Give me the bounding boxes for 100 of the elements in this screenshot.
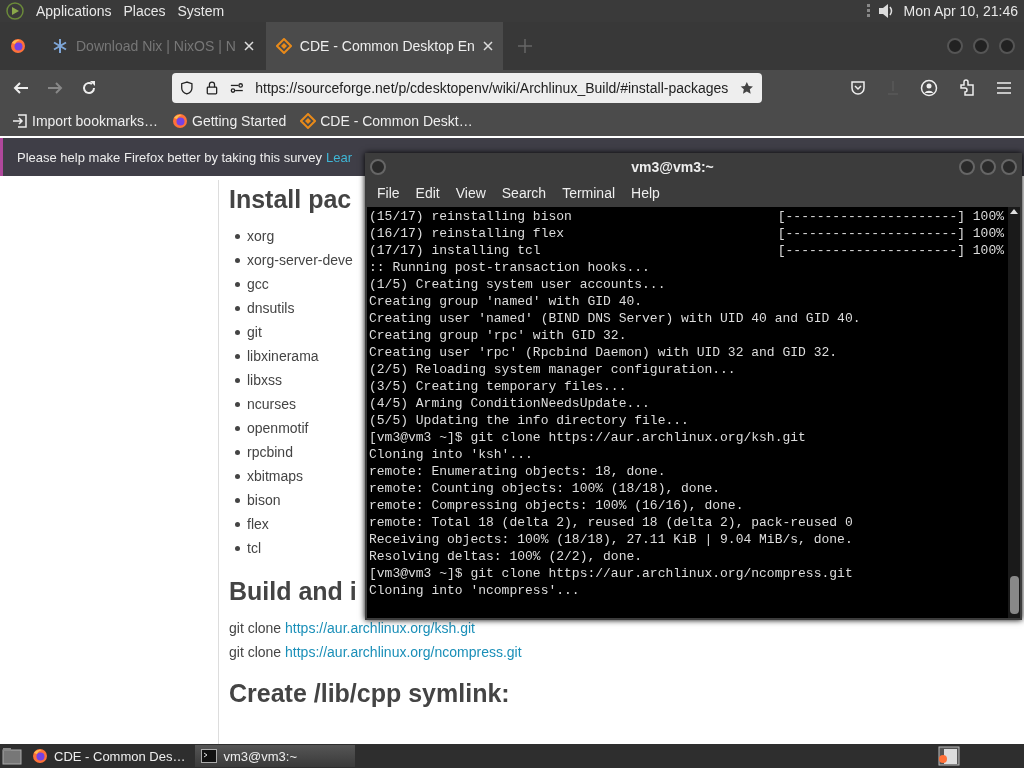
package-name: libxss [247, 371, 282, 390]
bullet-icon [235, 497, 240, 503]
scroll-thumb[interactable] [1009, 576, 1019, 614]
desktop-icon[interactable] [2, 747, 22, 765]
pocket-icon[interactable] [850, 80, 866, 96]
panel-menu[interactable]: Places [123, 3, 166, 19]
bullet-icon [235, 401, 240, 407]
bullet-icon [235, 473, 240, 479]
scroll-up-icon[interactable] [1009, 207, 1019, 215]
permissions-icon [229, 81, 244, 95]
package-name: flex [247, 515, 269, 534]
window-control-icon[interactable] [1000, 157, 1018, 176]
reload-icon[interactable] [80, 79, 98, 97]
bullet-icon [235, 233, 240, 239]
menu-item[interactable]: View [447, 185, 494, 201]
package-name: ncurses [247, 395, 297, 414]
terminal-line: (4/5) Arming ConditionNeedsUpdate... [369, 395, 650, 412]
package-name: git [247, 323, 262, 342]
shield-icon [180, 80, 194, 96]
package-name: bison [247, 491, 281, 510]
bullet-icon [235, 353, 240, 359]
diamond-icon [300, 113, 317, 129]
menu-item[interactable]: File [369, 185, 408, 201]
account-icon[interactable] [920, 79, 938, 97]
repo-link[interactable]: https://aur.archlinux.org/ksh.git [285, 620, 475, 636]
menu-item[interactable]: Help [623, 185, 668, 201]
import-icon [12, 113, 28, 129]
window-control-icon[interactable] [979, 157, 997, 176]
bullet-icon [235, 329, 240, 335]
notification-text: Please help make Firefox better by taking this survey [17, 149, 322, 165]
section-heading: Install pac [229, 184, 352, 215]
terminal-line: Creating group 'rpc' with GID 32. [369, 327, 627, 344]
clock[interactable]: Mon Apr 10, 21:46 [903, 3, 1018, 19]
firefox-menu-icon[interactable] [10, 38, 26, 54]
taskbar-button[interactable]: vm3@vm3:~ [195, 745, 356, 767]
bullet-icon [235, 257, 240, 263]
panel-menu[interactable]: System [177, 3, 225, 19]
logo-icon[interactable] [6, 2, 24, 20]
close-icon[interactable] [243, 41, 254, 51]
extensions-icon[interactable] [958, 79, 976, 97]
url-field[interactable]: https://sourceforge.net/p/cdesktopenv/wiki/Archlinux_Build/#install-packages [172, 73, 762, 103]
command-line: git clone https://aur.archlinux.org/ncompress.git [229, 643, 522, 662]
terminal-line: (5/5) Updating the info directory file... [369, 412, 689, 429]
terminal-line: Cloning into 'ncompress'... [369, 582, 580, 599]
terminal-line: (16/17) reinstalling flex [369, 225, 565, 242]
bullet-icon [235, 425, 240, 431]
progress-text: [----------------------] 100% [777, 225, 1004, 242]
bullet-icon [235, 377, 240, 383]
star-icon[interactable] [740, 80, 754, 96]
firefox-icon [10, 38, 26, 54]
terminal-line: (1/5) Creating system user accounts... [369, 276, 666, 293]
panel-menu[interactable]: Applications [36, 3, 112, 19]
terminal-line: (17/17) installing tcl [369, 242, 541, 259]
handle-icon [866, 3, 870, 19]
terminal-line: [vm3@vm3 ~]$ git clone https://aur.archlinux.org/ncompress.git [369, 565, 853, 582]
learn-link[interactable]: Lear [325, 149, 352, 165]
terminal-line: Resolving deltas: 100% (2/2), done. [369, 548, 643, 565]
bullet-icon [235, 281, 240, 287]
menu-item[interactable]: Edit [407, 185, 448, 201]
terminal-line: [vm3@vm3 ~]$ git clone https://aur.archlinux.org/ksh.git [369, 429, 806, 446]
command-line: git clone https://aur.archlinux.org/ksh.git [229, 619, 476, 638]
bullet-icon [235, 521, 240, 527]
bullet-icon [235, 449, 240, 455]
scrollbar[interactable] [1008, 207, 1020, 618]
terminal-line: remote: Compressing objects: 100% (16/16), done. [369, 497, 744, 514]
terminal-line: remote: Enumerating objects: 18, done. [369, 463, 666, 480]
package-name: xorg-server-deve [247, 251, 353, 270]
progress-text: [----------------------] 100% [777, 208, 1004, 225]
firefox-icon [172, 113, 189, 129]
diamond-icon [275, 38, 292, 54]
progress-text: [----------------------] 100% [777, 242, 1004, 259]
close-icon[interactable] [482, 41, 493, 51]
firefox-icon [32, 748, 48, 764]
workspace-icon[interactable] [938, 746, 960, 766]
lock-icon [205, 80, 218, 96]
terminal-line: :: Running post-transaction hooks... [369, 259, 650, 276]
package-name: libxinerama [247, 347, 319, 366]
window-menu-icon[interactable] [369, 157, 387, 176]
bookmark[interactable]: Getting Started [172, 113, 287, 129]
package-name: rpcbind [247, 443, 293, 462]
menu-item[interactable]: Terminal [554, 185, 624, 201]
terminal-icon [201, 749, 218, 763]
taskbar-button[interactable]: CDE - Common Des… [26, 745, 192, 767]
snowflake-icon [52, 38, 68, 54]
terminal-line: remote: Counting objects: 100% (18/18), done. [369, 480, 721, 497]
terminal-line: Creating user 'named' (BIND DNS Server) with UID 40 and GID 40. [369, 310, 861, 327]
terminal-line: (3/5) Creating temporary files... [369, 378, 627, 395]
window-control-icon[interactable] [958, 157, 976, 176]
terminal-line: remote: Total 18 (delta 2), reused 18 (delta 2), pack-reused 0 [369, 514, 853, 531]
menu-icon[interactable] [996, 81, 1012, 95]
bullet-icon [235, 545, 240, 551]
menu-item[interactable]: Search [493, 185, 555, 201]
section-heading: Build and i [229, 576, 357, 607]
repo-link[interactable]: https://aur.archlinux.org/ncompress.git [285, 644, 522, 660]
bookmark[interactable]: CDE - Common Deskt… [300, 113, 473, 129]
package-name: gcc [247, 275, 269, 294]
terminal-line: (2/5) Reloading system manager configuration... [369, 361, 736, 378]
bookmark[interactable]: Import bookmarks… [12, 113, 159, 129]
terminal-line: (15/17) reinstalling bison [369, 208, 572, 225]
browser-tab[interactable]: CDE - Common Desktop En [265, 22, 503, 70]
